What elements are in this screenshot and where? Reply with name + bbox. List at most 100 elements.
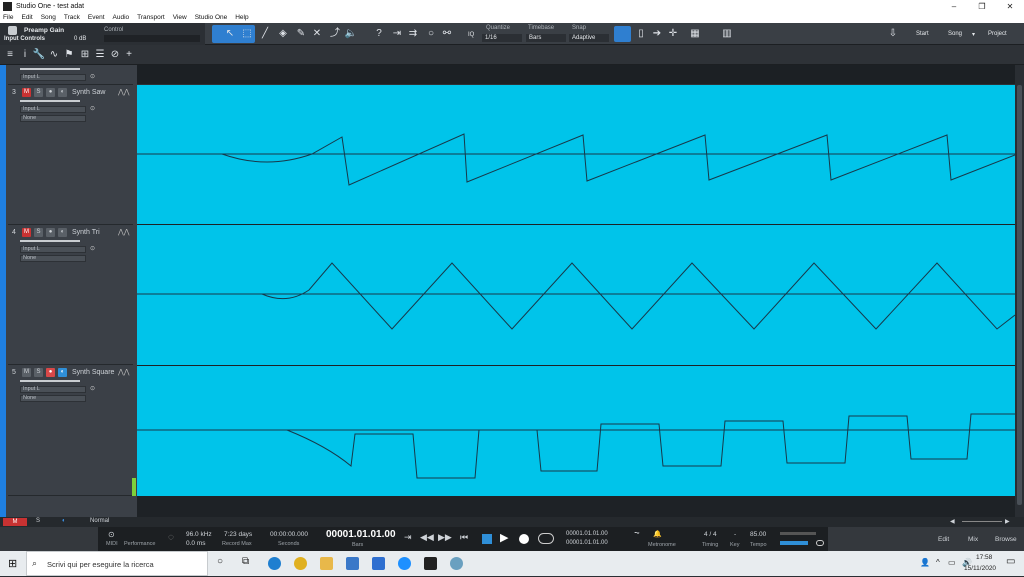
audio-event-synth-saw[interactable]: [137, 85, 1016, 224]
studio-one-taskbar-icon[interactable]: [424, 557, 437, 570]
menu-transport[interactable]: Transport: [137, 14, 165, 21]
track-header-synth-square[interactable]: 5 M S ● ◐ Synth Square ⋀⋀ Input L ⊙ None: [8, 366, 133, 496]
mail-icon[interactable]: [372, 557, 385, 570]
clock-date[interactable]: 15/11/2020: [964, 565, 996, 572]
forward-icon[interactable]: ➔: [650, 27, 664, 41]
volume-bar[interactable]: [20, 68, 80, 70]
timeline-ruler[interactable]: [137, 65, 1015, 85]
mute-all-button[interactable]: M: [3, 518, 27, 526]
wrench-icon[interactable]: 🔧: [32, 48, 46, 62]
link-icon[interactable]: ⚯: [440, 27, 454, 41]
range-tool-icon[interactable]: ⬚: [240, 27, 254, 41]
edge-icon[interactable]: [268, 557, 281, 570]
output-select[interactable]: None: [20, 115, 86, 122]
timing-value[interactable]: 4 / 4: [704, 531, 717, 538]
zoom-icon[interactable]: ○: [424, 27, 438, 41]
zoom-in-icon[interactable]: ▶: [1005, 518, 1010, 525]
clock-time[interactable]: 17:58: [976, 554, 992, 561]
song-dropdown-icon[interactable]: ▾: [972, 31, 975, 38]
menu-studio-one[interactable]: Studio One: [195, 14, 228, 21]
task-view-icon[interactable]: ⧉: [242, 556, 249, 567]
bend-tool-icon[interactable]: ⤴: [328, 27, 342, 41]
track-name[interactable]: Synth Saw: [72, 89, 105, 96]
audio-event-synth-tri[interactable]: [137, 225, 1016, 365]
monitor-all-icon[interactable]: ◐: [62, 518, 66, 524]
project-tab[interactable]: Project: [988, 31, 1007, 37]
input-select[interactable]: Input L: [20, 106, 86, 113]
click-toggle[interactable]: [816, 540, 824, 546]
fast-forward-icon[interactable]: ▶▶: [438, 532, 452, 543]
marker-icon[interactable]: ⚑: [62, 48, 76, 62]
track-name[interactable]: Synth Tri: [72, 229, 100, 236]
play-button[interactable]: ▶: [500, 531, 508, 544]
vertical-scrollbar[interactable]: [1015, 65, 1024, 517]
monitor-button[interactable]: ◐: [58, 368, 67, 377]
audio-event-synth-square[interactable]: [137, 366, 1015, 496]
monitor-icon[interactable]: ⊙: [88, 385, 97, 394]
song-tab[interactable]: Song: [948, 31, 962, 37]
add-track-icon[interactable]: +: [122, 48, 136, 62]
minimize-button[interactable]: –: [940, 2, 968, 11]
monitor-icon[interactable]: ⊙: [88, 245, 97, 254]
record-arm-button[interactable]: ●: [46, 368, 55, 377]
volume-bar[interactable]: [20, 380, 80, 382]
menu-track[interactable]: Track: [64, 14, 80, 21]
output-select[interactable]: None: [20, 255, 86, 262]
start-tab[interactable]: Start: [916, 31, 929, 37]
track-header-synth-saw[interactable]: 3 M S ● ◐ Synth Saw ⋀⋀ Input L ⊙ None: [8, 86, 133, 225]
menu-file[interactable]: File: [3, 14, 13, 21]
loop-right-value[interactable]: 00001.01.01.00: [566, 540, 608, 546]
iq-label[interactable]: IQ: [468, 32, 474, 38]
precount-icon[interactable]: ⏦: [634, 530, 640, 538]
arrow-tool-icon[interactable]: ↖: [223, 27, 237, 41]
loop-follow-icon[interactable]: ▯: [634, 27, 648, 41]
solo-button[interactable]: S: [34, 368, 43, 377]
record-arm-button[interactable]: ●: [46, 228, 55, 237]
monitor-icon[interactable]: ⊙: [88, 105, 97, 114]
inspector-icon[interactable]: i: [18, 48, 32, 62]
track-header-synth-tri[interactable]: 4 M S ● ◐ Synth Tri ⋀⋀ Input L ⊙ None: [8, 226, 133, 365]
menu-view[interactable]: View: [173, 14, 187, 21]
split-tool-icon[interactable]: ╱: [258, 27, 272, 41]
edit-button[interactable]: Edit: [938, 536, 949, 543]
snap-toggle-button[interactable]: [614, 26, 631, 42]
zoom-out-icon[interactable]: ◀: [950, 518, 955, 525]
mute-button[interactable]: M: [22, 88, 31, 97]
help-icon[interactable]: ?: [372, 27, 386, 41]
input-select[interactable]: Input L: [20, 246, 86, 253]
record-button[interactable]: [519, 534, 529, 544]
preamp-gain-value[interactable]: 0 dB: [74, 36, 86, 42]
menu-edit[interactable]: Edit: [21, 14, 32, 21]
chrome-icon[interactable]: [294, 557, 307, 570]
control-dropdown[interactable]: [104, 35, 200, 42]
people-icon[interactable]: 👤: [920, 558, 930, 567]
clock-icon[interactable]: ⊘: [108, 48, 122, 62]
volume-bar[interactable]: [20, 240, 80, 242]
store-icon[interactable]: [346, 557, 359, 570]
follow-icon[interactable]: ⇉: [406, 27, 420, 41]
cortana-icon[interactable]: ○: [217, 556, 223, 567]
tray-chevron-icon[interactable]: ^: [936, 558, 940, 567]
app2-icon[interactable]: [450, 557, 463, 570]
rewind-icon[interactable]: ◀◀: [420, 532, 434, 543]
automation-icon[interactable]: ∿: [47, 48, 61, 62]
solo-button[interactable]: S: [34, 88, 43, 97]
menu-help[interactable]: Help: [235, 14, 248, 21]
app-icon[interactable]: [398, 557, 411, 570]
tempo-value[interactable]: 85.00: [750, 531, 766, 538]
loop-left-value[interactable]: 00001.01.01.00: [566, 531, 608, 537]
menu-audio[interactable]: Audio: [113, 14, 130, 21]
maximize-button[interactable]: ❐: [968, 2, 996, 11]
mute-button[interactable]: M: [22, 228, 31, 237]
windows-start-icon[interactable]: ⊞: [8, 557, 17, 570]
track-mode[interactable]: Normal: [90, 518, 109, 524]
metronome-icon[interactable]: 🔔: [653, 530, 662, 538]
key-value[interactable]: -: [734, 531, 736, 538]
scroll-thumb[interactable]: [1017, 85, 1022, 505]
record-arm-button[interactable]: ●: [46, 88, 55, 97]
mute-tool-icon[interactable]: ✕: [310, 27, 324, 41]
input-select[interactable]: Input L: [20, 74, 86, 81]
loop-button[interactable]: [538, 533, 554, 544]
loop-toggle-icon[interactable]: ⇥: [404, 532, 412, 543]
input-select[interactable]: Input L: [20, 386, 86, 393]
